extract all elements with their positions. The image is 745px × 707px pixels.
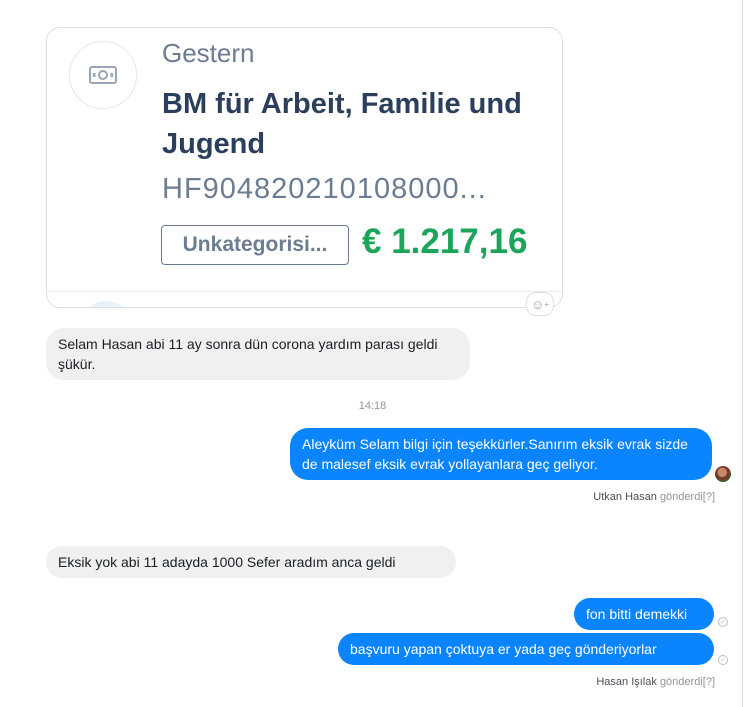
transaction-amount: € 1.217,16 (362, 222, 528, 261)
outgoing-message[interactable]: Aleyküm Selam bilgi için teşekkürler.San… (290, 428, 712, 480)
message-timestamp: 14:18 (358, 400, 387, 412)
shared-image-card[interactable]: Gestern BM für Arbeit, Familie und Jugen… (46, 27, 563, 308)
sent-check-icon: ✓ (718, 617, 728, 627)
seen-label: gönderdi (659, 676, 703, 688)
seen-receipt: Hasan Işılak gönderdi[?] (596, 676, 715, 688)
category-chip: Unkategorisi... (161, 225, 349, 265)
outgoing-message[interactable]: başvuru yapan çoktuya er yada geç gönder… (338, 633, 714, 665)
incoming-message[interactable]: Selam Hasan abi 11 ay sonra dün corona y… (46, 328, 470, 380)
help-link[interactable]: [?] (703, 676, 715, 688)
seen-by-name[interactable]: Utkan Hasan (593, 491, 657, 503)
seen-label: gönderdi (659, 491, 703, 503)
transaction-date: Gestern (162, 38, 255, 68)
card-divider (47, 291, 562, 292)
transaction-reference: HF904820210108000... (162, 173, 487, 205)
seen-receipt: Utkan Hasan gönderdi[?] (593, 491, 715, 503)
banknote-icon (69, 41, 137, 109)
add-reaction-icon[interactable]: ☺ + (526, 292, 554, 316)
avatar (715, 466, 731, 482)
pane-border (742, 0, 743, 707)
help-link[interactable]: [?] (703, 491, 715, 503)
outgoing-message[interactable]: fon bitti demekki (574, 598, 714, 630)
incoming-message[interactable]: Eksik yok abi 11 adayda 1000 Sefer aradı… (46, 546, 456, 578)
sent-check-icon: ✓ (718, 655, 728, 665)
seen-by-name[interactable]: Hasan Işılak (596, 676, 657, 688)
next-item-icon (79, 301, 133, 307)
transaction-payer: BM für Arbeit, Familie und Jugend (162, 88, 522, 160)
